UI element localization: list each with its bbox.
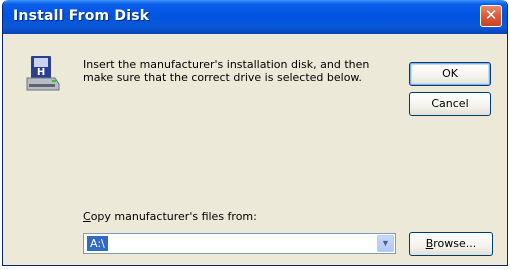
copy-from-combobox[interactable]: A:\ ▼ <box>83 233 396 254</box>
copy-from-label-rest: opy manufacturer's files from: <box>90 210 257 223</box>
copy-from-value[interactable]: A:\ <box>87 236 108 251</box>
ok-button[interactable]: OK <box>409 62 491 86</box>
browse-button[interactable]: Browse... <box>409 232 493 256</box>
copy-from-label: Copy manufacturer's files from: <box>83 210 257 223</box>
dialog-title: Install From Disk <box>13 8 150 24</box>
cancel-button[interactable]: Cancel <box>409 92 491 116</box>
close-icon: ✕ <box>484 6 498 24</box>
chevron-down-icon: ▼ <box>381 238 390 248</box>
floppy-disk-drive-icon: H <box>26 56 60 91</box>
instruction-text: Insert the manufacturer's installation d… <box>83 58 370 84</box>
close-button[interactable]: ✕ <box>480 5 502 27</box>
dialog-body: H Insert the manufacturer's installation… <box>3 34 507 265</box>
copy-from-label-accelerator: C <box>83 210 91 223</box>
browse-button-label-rest: rowse... <box>433 237 477 250</box>
svg-text:H: H <box>37 67 45 78</box>
dropdown-button[interactable]: ▼ <box>377 235 394 252</box>
install-from-disk-dialog: Install From Disk ✕ H Insert the manufac… <box>2 0 508 266</box>
title-bar[interactable]: Install From Disk ✕ <box>3 0 507 34</box>
